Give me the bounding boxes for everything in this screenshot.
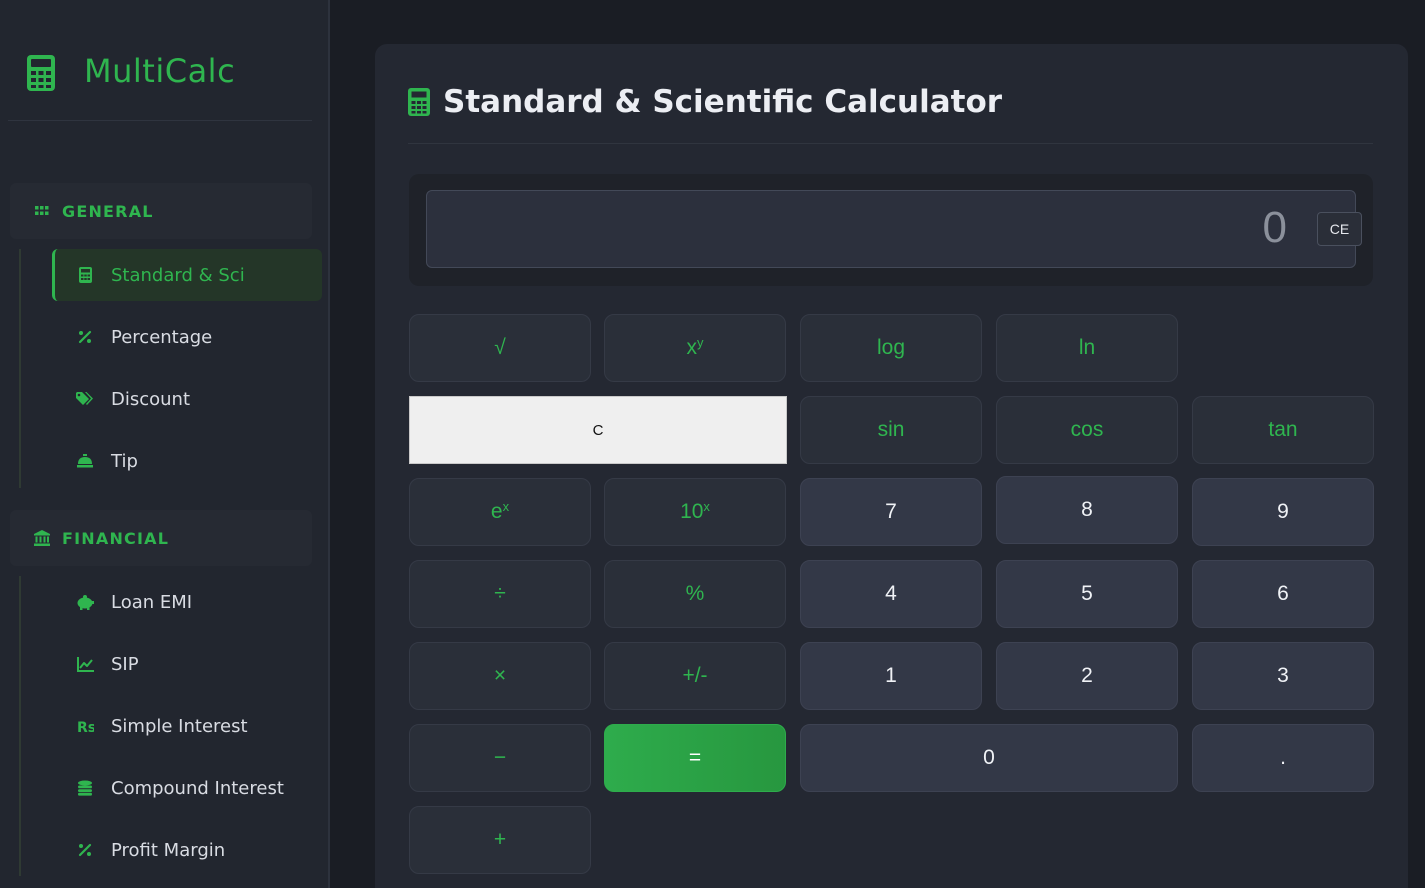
sidebar-item-label: Loan EMI (111, 591, 193, 613)
piggy-bank-icon (76, 593, 94, 611)
tags-icon (76, 390, 94, 408)
sidebar-item-label: Discount (111, 388, 191, 410)
nav-rail (19, 576, 21, 876)
calculator-icon (76, 266, 94, 284)
sidebar-item-compound-interest[interactable]: Compound Interest (52, 762, 322, 814)
section-label: FINANCIAL (62, 528, 170, 548)
sidebar-item-simple-interest[interactable]: Rs Simple Interest (52, 700, 322, 752)
digit-7-button[interactable]: 7 (800, 478, 982, 546)
sin-button[interactable]: sin (800, 396, 982, 464)
display-screen[interactable]: 0 CE (426, 190, 1362, 268)
divide-button[interactable]: ÷ (409, 560, 591, 628)
power-button[interactable]: xy (604, 314, 786, 382)
nav-rail (19, 249, 21, 488)
digit-2-button[interactable]: 2 (996, 642, 1178, 710)
cos-button[interactable]: cos (996, 396, 1178, 464)
sidebar-item-label: Compound Interest (111, 777, 284, 799)
app-name: MultiCalc (84, 52, 236, 90)
plus-button[interactable]: + (409, 806, 591, 874)
clear-button[interactable]: C (409, 396, 787, 464)
section-financial[interactable]: FINANCIAL (10, 510, 312, 566)
grid-icon (34, 203, 50, 219)
sidebar-item-label: SIP (111, 653, 139, 675)
display-value: 0 (1262, 203, 1287, 252)
percent-button[interactable]: % (604, 560, 786, 628)
coins-icon (76, 779, 94, 797)
minus-button[interactable]: − (409, 724, 591, 792)
rupee-icon: Rs (76, 717, 94, 735)
section-general[interactable]: GENERAL (10, 183, 312, 239)
display-panel: 0 CE (409, 174, 1373, 286)
bank-icon (34, 530, 50, 546)
chart-line-icon (76, 655, 94, 673)
sidebar-item-label: Percentage (111, 326, 213, 348)
sidebar-item-percentage[interactable]: Percentage (52, 311, 322, 363)
ten-power-base: 10 (680, 500, 704, 523)
page-title-text: Standard & Scientific Calculator (443, 84, 1003, 120)
calculator-icon (408, 88, 430, 116)
digit-4-button[interactable]: 4 (800, 560, 982, 628)
power-base: x (686, 336, 698, 359)
sidebar-item-tip[interactable]: Tip (52, 435, 322, 487)
sidebar-item-standard-sci[interactable]: Standard & Sci (52, 249, 322, 301)
digit-6-button[interactable]: 6 (1192, 560, 1374, 628)
page-title: Standard & Scientific Calculator (408, 82, 1002, 122)
negate-button[interactable]: +/- (604, 642, 786, 710)
digit-8-button[interactable]: 8 (996, 476, 1178, 544)
calculator-icon (27, 55, 55, 91)
digit-0-button[interactable]: 0 (800, 724, 1178, 792)
digit-3-button[interactable]: 3 (1192, 642, 1374, 710)
exp-exponent: x (502, 498, 510, 514)
sidebar-item-discount[interactable]: Discount (52, 373, 322, 425)
sidebar-item-loan-emi[interactable]: Loan EMI (52, 576, 322, 628)
calculator-card: Standard & Scientific Calculator 0 CE √ … (375, 44, 1408, 888)
svg-text:Rs: Rs (77, 720, 94, 734)
clear-entry-button[interactable]: CE (1317, 212, 1362, 246)
exp-base: e (490, 500, 503, 523)
digit-5-button[interactable]: 5 (996, 560, 1178, 628)
percent-icon (76, 328, 94, 346)
digit-9-button[interactable]: 9 (1192, 478, 1374, 546)
sidebar-item-label: Profit Margin (111, 839, 226, 861)
multiply-button[interactable]: × (409, 642, 591, 710)
ten-power-exponent: x (703, 498, 710, 514)
ln-button[interactable]: ln (996, 314, 1178, 382)
log-button[interactable]: log (800, 314, 982, 382)
sidebar-item-label: Standard & Sci (111, 264, 245, 286)
sqrt-button[interactable]: √ (409, 314, 591, 382)
power-exponent: y (697, 334, 704, 350)
exp-button[interactable]: ex (409, 478, 591, 546)
percent-icon (76, 841, 94, 859)
sidebar: MultiCalc GENERAL Standard & Sci Percent… (0, 0, 330, 888)
equals-button[interactable]: = (604, 724, 786, 792)
sidebar-item-label: Tip (111, 450, 138, 472)
sidebar-item-profit-margin[interactable]: Profit Margin (52, 824, 322, 876)
decimal-button[interactable]: . (1192, 724, 1374, 792)
sidebar-item-sip[interactable]: SIP (52, 638, 322, 690)
section-label: GENERAL (62, 201, 154, 221)
sidebar-item-label: Simple Interest (111, 715, 248, 737)
brand: MultiCalc (8, 0, 312, 121)
tan-button[interactable]: tan (1192, 396, 1374, 464)
ten-power-button[interactable]: 10 x (604, 478, 786, 546)
bell-concierge-icon (76, 452, 94, 470)
digit-1-button[interactable]: 1 (800, 642, 982, 710)
divider (408, 143, 1373, 144)
